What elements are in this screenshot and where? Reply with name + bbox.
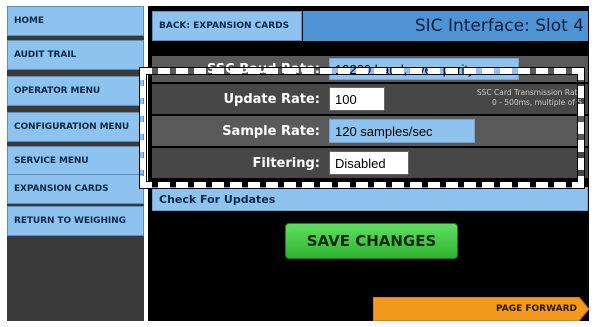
nav-expansion-cards-button[interactable]: EXPANSION CARDS — [7, 174, 144, 204]
sample-rate-row: Sample Rate: 120 samples/sec — [152, 116, 588, 146]
nav-return-to-weighing-button[interactable]: RETURN TO WEIGHING — [7, 206, 144, 236]
update-rate-input[interactable]: 100 — [329, 87, 385, 111]
sample-rate-select[interactable]: 120 samples/sec — [329, 119, 475, 143]
check-for-updates-button[interactable]: Check For Updates — [152, 187, 588, 211]
update-rate-label: Update Rate: — [223, 91, 320, 107]
page-forward-label: PAGE FORWARD — [495, 304, 577, 314]
sample-rate-label: Sample Rate: — [222, 123, 320, 139]
sidebar: HOME AUDIT TRAIL OPERATOR MENU CONFIGURA… — [7, 6, 144, 321]
filtering-select[interactable]: Disabled — [329, 151, 409, 175]
back-expansion-cards-button[interactable]: BACK: EXPANSION CARDS — [152, 11, 302, 41]
filtering-label: Filtering: — [252, 155, 320, 171]
update-rate-row: Update Rate: 100 SSC Card Transmission R… — [152, 84, 588, 114]
nav-configuration-menu-button[interactable]: CONFIGURATION MENU — [7, 112, 144, 142]
baud-rate-label: SSC Baud Rate: — [207, 61, 320, 77]
main-panel: BACK: EXPANSION CARDS SIC Interface: Slo… — [148, 6, 589, 321]
update-rate-hint-line1: SSC Card Transmission Rate — [476, 88, 582, 97]
save-changes-button[interactable]: SAVE CHANGES — [285, 223, 458, 259]
screen: HOME AUDIT TRAIL OPERATOR MENU CONFIGURA… — [0, 0, 596, 327]
baud-rate-select[interactable]: 19200 baud, even parity — [329, 58, 519, 80]
filtering-row: Filtering: Disabled — [152, 148, 588, 178]
update-rate-hint: SSC Card Transmission Rate 0 - 500ms, mu… — [477, 88, 582, 108]
nav-operator-menu-button[interactable]: OPERATOR MENU — [7, 76, 144, 106]
nav-audit-trail-button[interactable]: AUDIT TRAIL — [7, 40, 144, 70]
baud-rate-row: SSC Baud Rate: 19200 baud, even parity — [152, 56, 588, 82]
page-forward-button[interactable]: PAGE FORWARD — [373, 297, 589, 321]
nav-home-button[interactable]: HOME — [7, 6, 144, 36]
nav-service-menu-button[interactable]: SERVICE MENU — [7, 146, 144, 176]
update-rate-hint-line2: 0 - 500ms, multiple of 5 — [492, 98, 582, 107]
page-title: SIC Interface: Slot 4 — [303, 11, 588, 41]
